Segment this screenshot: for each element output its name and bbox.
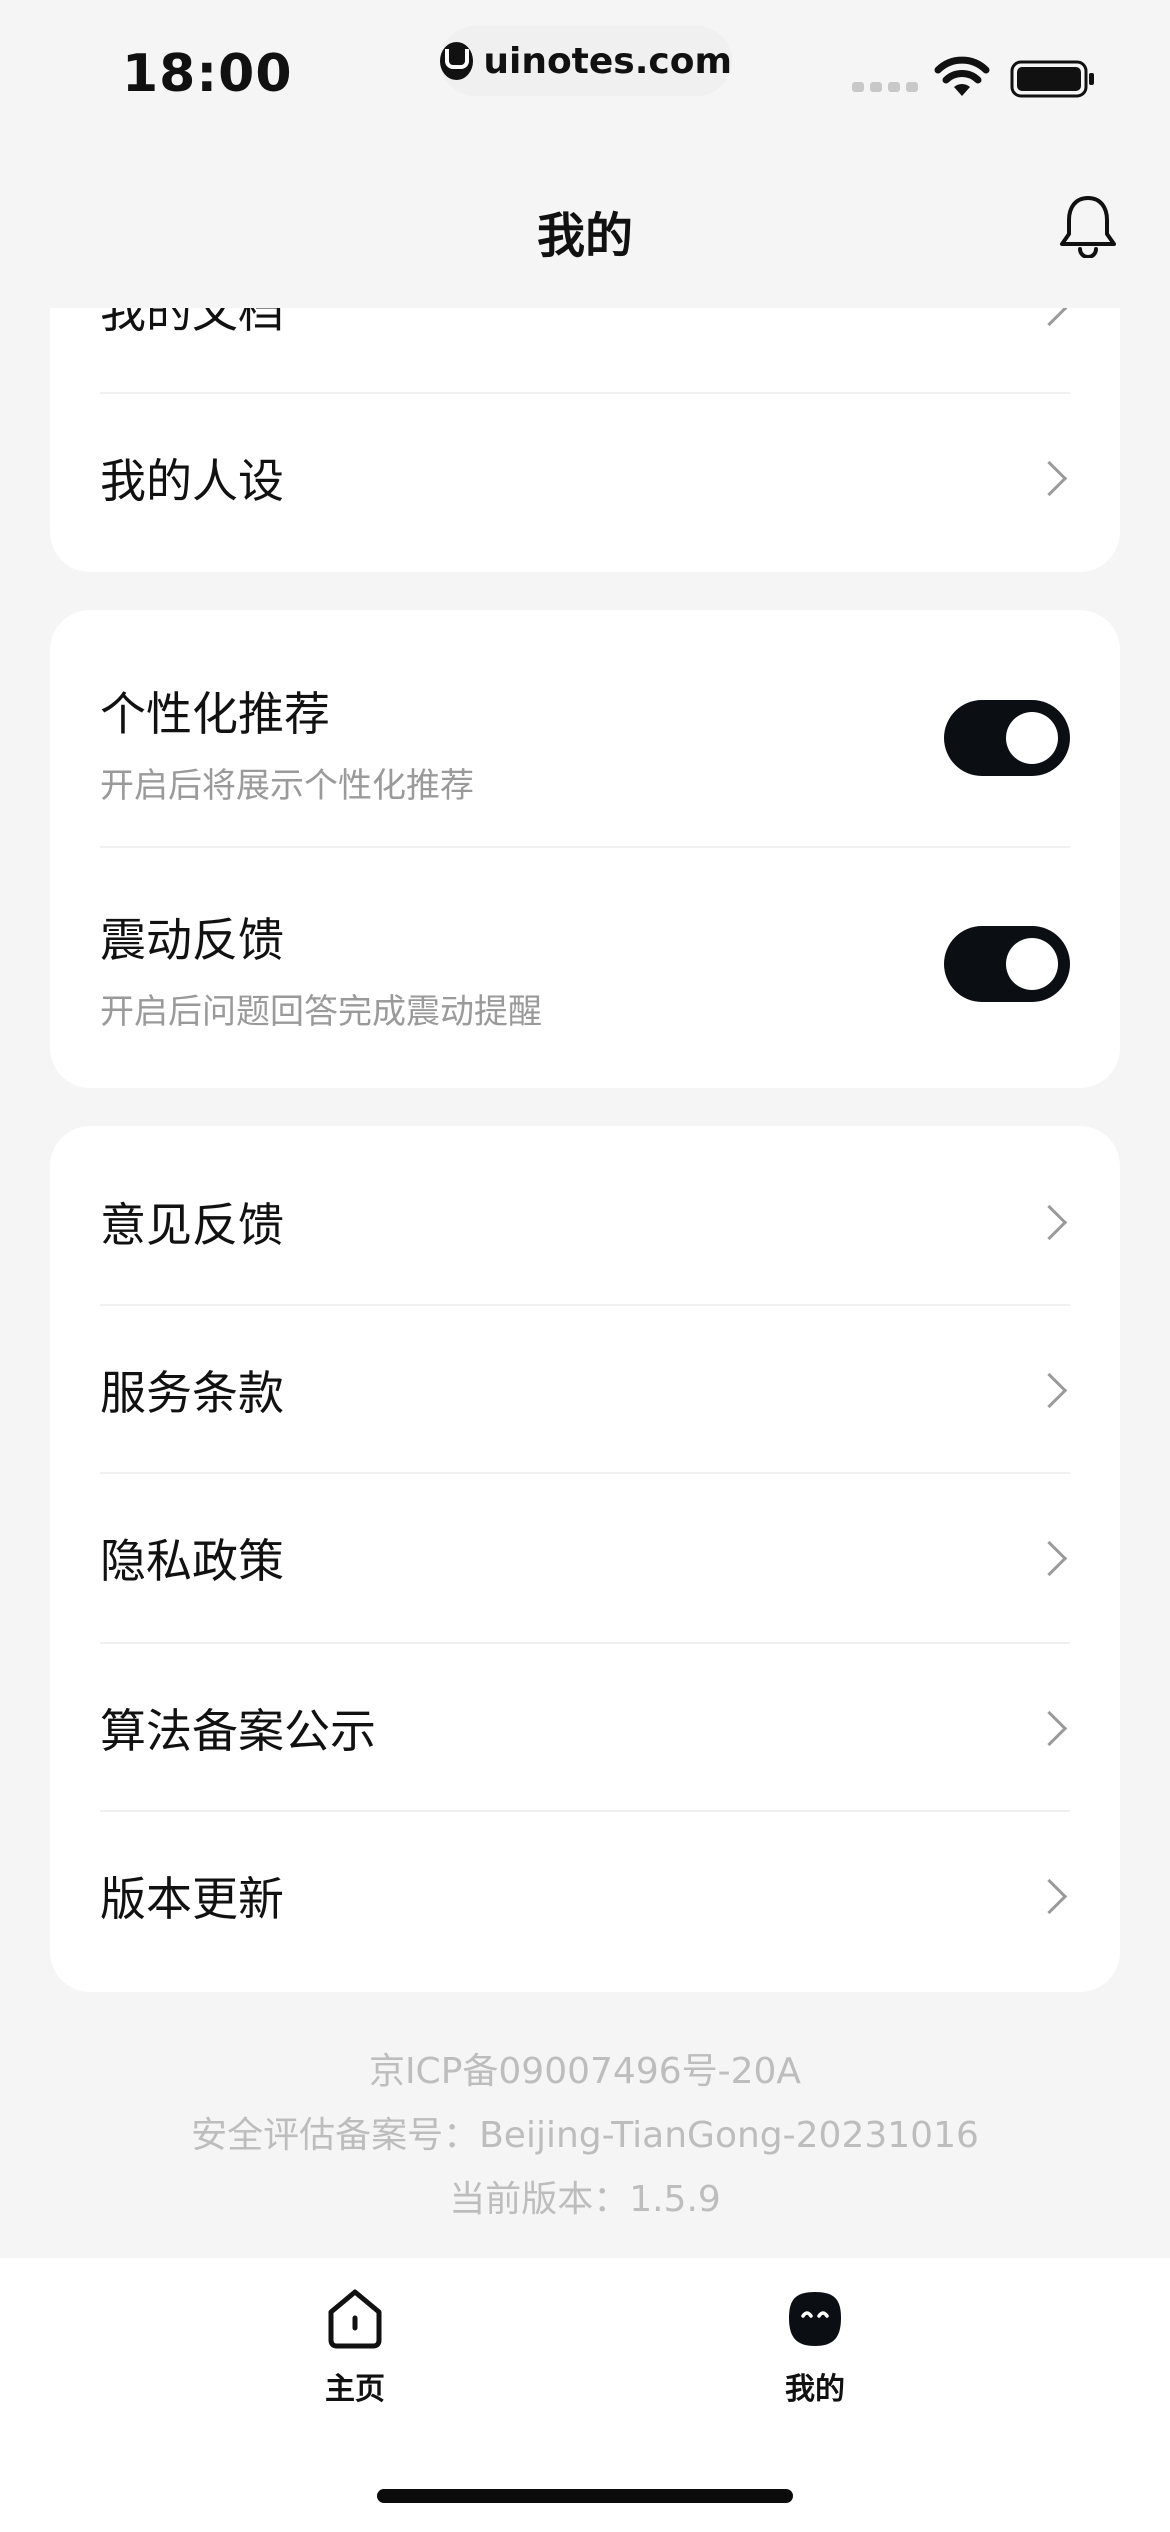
menu-item-terms[interactable]: 服务条款 (100, 1306, 1070, 1474)
menu-item-my-documents[interactable]: 我的文档 (100, 308, 1070, 392)
url-pill[interactable]: uinotes.com (440, 26, 732, 96)
toggle-subtitle: 开启后将展示个性化推荐 (100, 766, 474, 806)
documents-card: 我的文档 我的人设 (50, 308, 1120, 572)
about-menu-card: 意见反馈 服务条款 隐私政策 算法备案公示 版本更新 (50, 1126, 1120, 1992)
chevron-right-icon (1031, 1878, 1068, 1914)
home-icon (328, 2289, 382, 2349)
site-logo-icon (440, 42, 474, 80)
home-indicator (377, 2489, 793, 2503)
tab-home[interactable]: 主页 (255, 2286, 455, 2408)
toggle-row-vibration: 震动反馈 开启后问题回答完成震动提醒 (100, 904, 1070, 1032)
icp-license: 京ICP备09007496号-20A (368, 2051, 802, 2092)
chevron-right-icon (1031, 1204, 1068, 1240)
divider (100, 846, 1070, 848)
menu-item-privacy[interactable]: 隐私政策 (100, 1474, 1070, 1642)
battery-icon (1010, 60, 1094, 98)
menu-item-my-persona[interactable]: 我的人设 (100, 394, 1070, 562)
url-text: uinotes.com (483, 40, 732, 82)
menu-item-feedback[interactable]: 意见反馈 (100, 1138, 1070, 1306)
status-time: 18:00 (122, 44, 293, 104)
menu-item-label: 隐私政策 (100, 1534, 284, 1588)
settings-toggle-card: 个性化推荐 开启后将展示个性化推荐 震动反馈 开启后问题回答完成震动提醒 (50, 610, 1120, 1088)
app-version: 当前版本：1.5.9 (449, 2179, 721, 2220)
menu-item-label: 服务条款 (100, 1366, 284, 1420)
tab-label: 主页 (325, 2372, 385, 2407)
chevron-right-icon (1031, 1540, 1068, 1576)
profile-icon (789, 2292, 841, 2346)
menu-item-label: 意见反馈 (100, 1198, 284, 1252)
menu-item-label: 算法备案公示 (100, 1704, 376, 1758)
wifi-icon (934, 56, 990, 96)
status-bar: 18:00 uinotes.com (0, 0, 1170, 140)
toggle-title: 个性化推荐 (100, 687, 330, 741)
toggle-subtitle: 开启后问题回答完成震动提醒 (100, 992, 542, 1032)
chevron-right-icon (1031, 308, 1068, 326)
menu-item-label: 版本更新 (100, 1872, 284, 1926)
header-backdrop (0, 140, 1170, 308)
toggle-title: 震动反馈 (100, 913, 284, 967)
vibration-feedback-toggle[interactable] (944, 926, 1070, 1002)
menu-item-label: 我的文档 (100, 308, 284, 338)
chevron-right-icon (1031, 1372, 1068, 1408)
personalized-recommend-toggle[interactable] (944, 700, 1070, 776)
chevron-right-icon (1031, 460, 1068, 496)
security-filing: 安全评估备案号：Beijing-TianGong-20231016 (191, 2115, 979, 2156)
tab-label: 我的 (785, 2372, 845, 2407)
chevron-right-icon (1031, 1710, 1068, 1746)
menu-item-label: 我的人设 (100, 454, 284, 508)
cellular-signal-icon (852, 82, 918, 92)
menu-item-algorithm[interactable]: 算法备案公示 (100, 1644, 1070, 1812)
toggle-row-personalized: 个性化推荐 开启后将展示个性化推荐 (100, 678, 1070, 806)
menu-item-update[interactable]: 版本更新 (100, 1812, 1070, 1980)
tab-profile[interactable]: 我的 (715, 2286, 915, 2408)
